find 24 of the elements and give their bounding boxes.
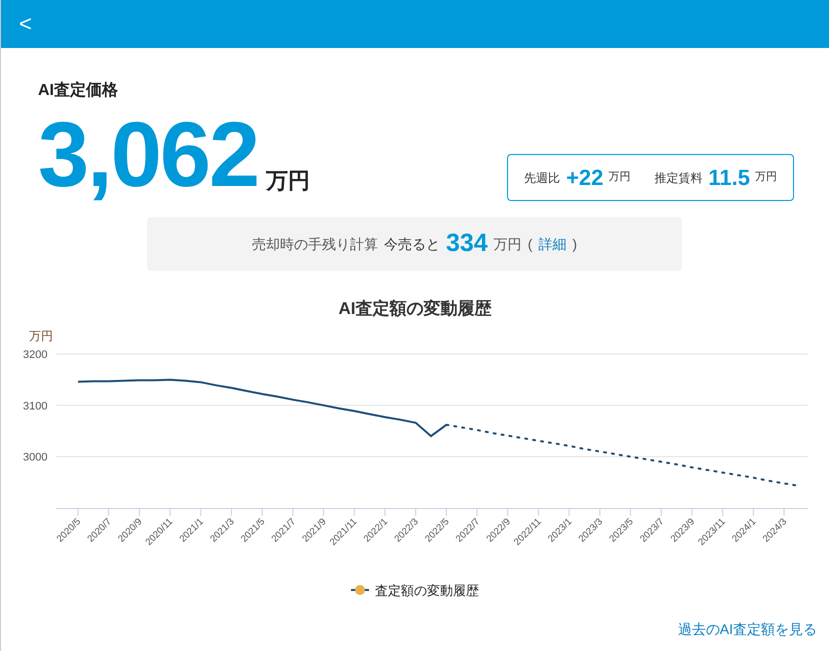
price-unit: 万円: [266, 167, 310, 195]
chart-title: AI査定額の変動履歴: [338, 298, 492, 320]
history-link[interactable]: 過去のAI査定額を見る: [678, 619, 817, 640]
section-title: AI査定価格: [38, 80, 119, 101]
price-value: 3,062: [38, 109, 258, 201]
axis-label: 3200: [23, 348, 48, 360]
legend-label[interactable]: 査定額の変動履歴: [375, 580, 479, 600]
axis-label: 3100: [23, 400, 48, 412]
axis-label: 3000: [23, 451, 48, 464]
details-link[interactable]: 詳細: [538, 234, 566, 254]
proceeds-label: 売却時の手残り計算: [252, 234, 378, 254]
stat-unit: 万円: [608, 170, 630, 186]
axis-unit: 万円: [29, 328, 53, 342]
stat-value: +22: [566, 164, 604, 192]
back-button[interactable]: <: [1, 0, 32, 48]
paren-text: ): [572, 234, 578, 254]
proceeds-prefix: 今売ると: [384, 234, 440, 254]
stat-label: 推定賃料: [654, 170, 702, 186]
proceeds-unit: 万円: [494, 234, 522, 254]
paren-text: (: [528, 234, 532, 254]
proceeds-value: 334: [446, 228, 488, 260]
stat-unit: 万円: [755, 170, 777, 186]
stat-label: 先週比: [524, 170, 560, 186]
stat-value: 11.5: [708, 164, 750, 192]
